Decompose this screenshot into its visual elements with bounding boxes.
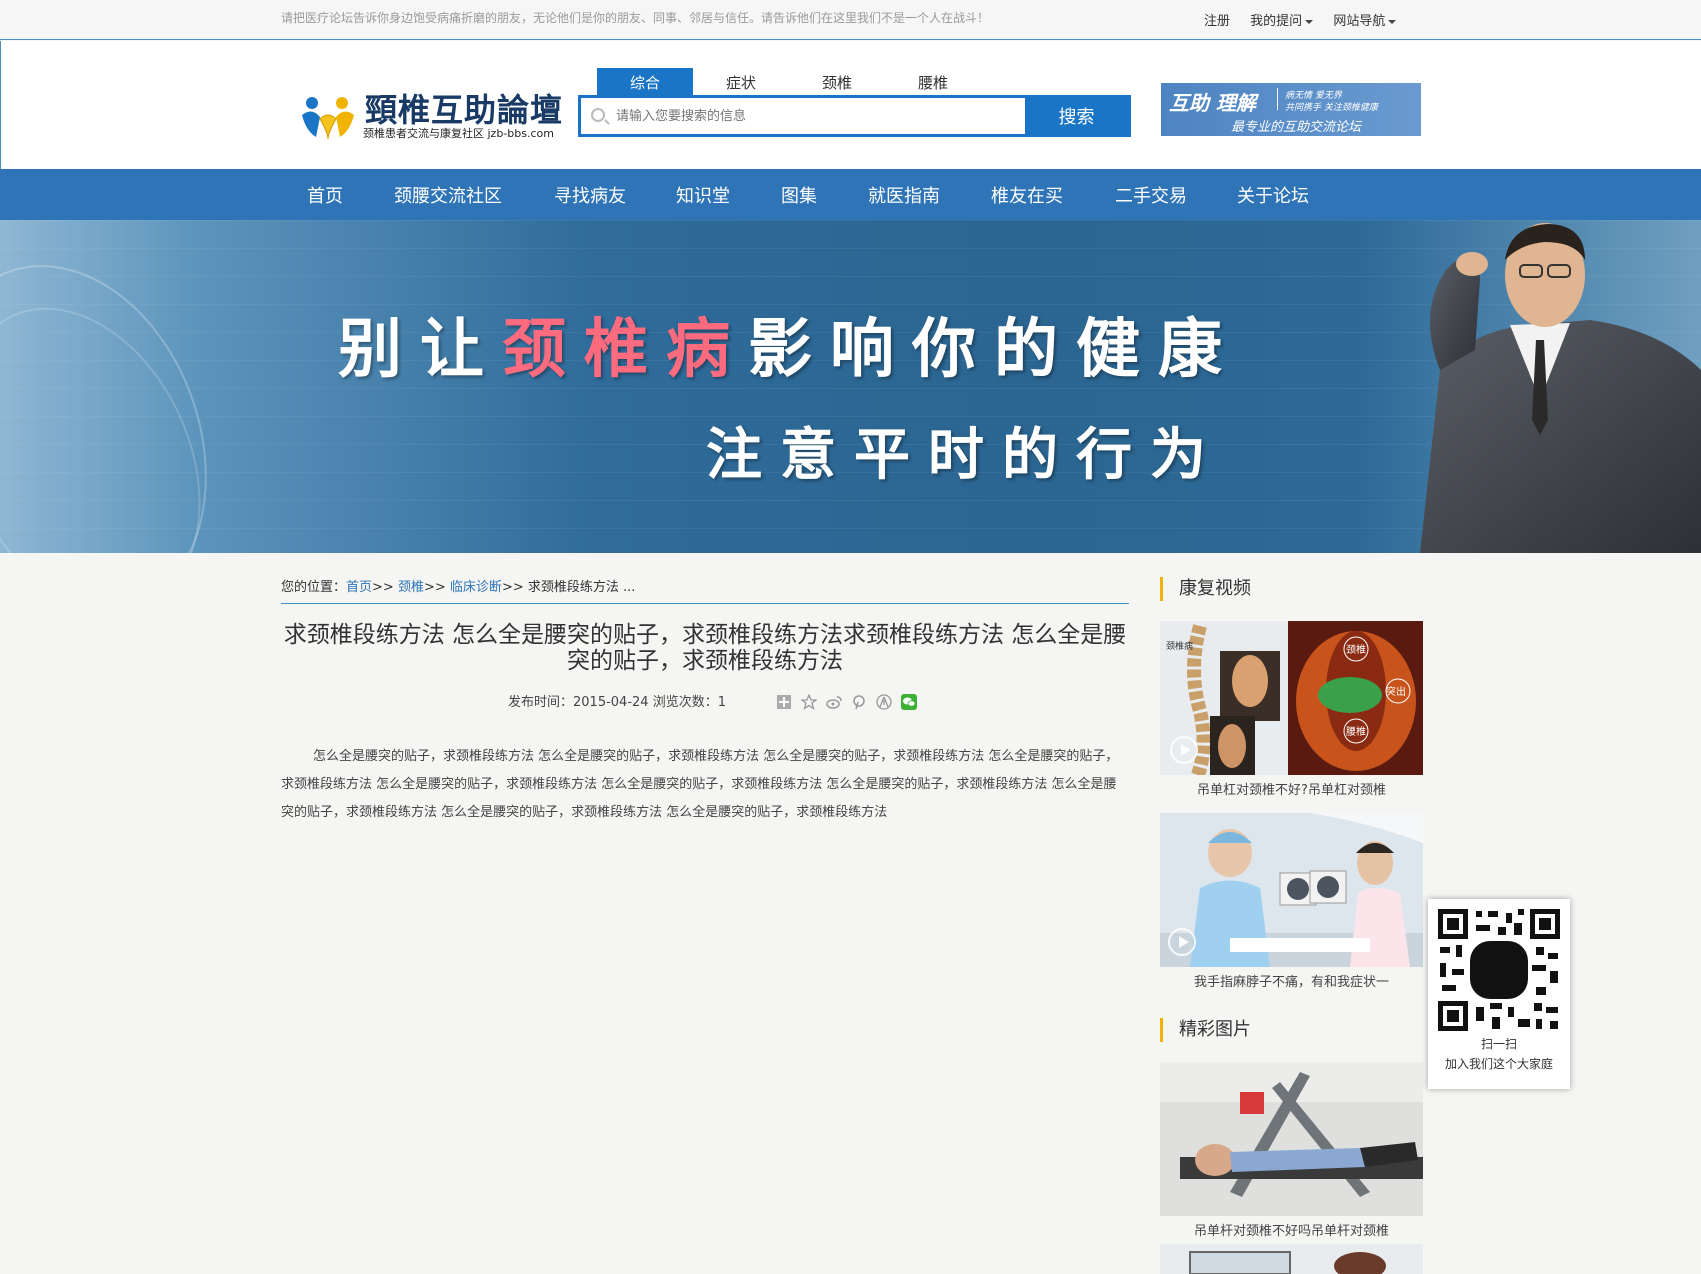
qr-code-icon xyxy=(1436,907,1562,1033)
nav-item-gallery[interactable]: 图集 xyxy=(781,182,817,208)
search-input[interactable] xyxy=(616,104,1046,128)
share-bar xyxy=(776,691,921,710)
top-notice: 请把医疗论坛告诉你身边饱受病痛折磨的朋友，无论他们是你的朋友、同事、邻居与信任。… xyxy=(281,11,990,25)
play-icon[interactable] xyxy=(1170,736,1198,764)
nav-item-medical-guide[interactable]: 就医指南 xyxy=(868,182,940,208)
hero-headline: 别让颈椎病影响你的健康 xyxy=(338,298,1240,390)
video-img-label-3: 突出 xyxy=(1386,685,1406,698)
chevron-down-icon xyxy=(1305,19,1314,24)
publish-date: 2015-04-24 xyxy=(573,695,649,710)
search-tab-symptom[interactable]: 症状 xyxy=(693,68,789,96)
video-thumbnail[interactable] xyxy=(1160,813,1423,967)
search-icon xyxy=(591,108,605,122)
ad-divider xyxy=(1277,88,1278,110)
share-plus-icon[interactable] xyxy=(776,694,792,710)
breadcrumb-cervical[interactable]: 颈椎 xyxy=(398,580,424,595)
hero-headline-highlight: 颈椎病 xyxy=(502,312,748,387)
star-icon[interactable] xyxy=(800,692,819,710)
nav-item-about[interactable]: 关于论坛 xyxy=(1237,182,1309,208)
video-img-label-2: 颈椎 xyxy=(1346,643,1366,656)
videos-heading: 康复视频 xyxy=(1160,577,1420,601)
nav-item-knowledge[interactable]: 知识堂 xyxy=(676,182,730,208)
spine-video-image: 颈椎病 颈椎 突出 腰椎 xyxy=(1160,621,1423,775)
search-button[interactable]: 搜索 xyxy=(1025,98,1128,134)
video-img-label-1: 颈椎病 xyxy=(1166,640,1193,652)
clinic-video-image xyxy=(1160,813,1423,967)
views-count: 1 xyxy=(717,695,727,710)
breadcrumb-home[interactable]: 首页 xyxy=(346,580,372,595)
picture-caption[interactable]: 吊单杆对颈椎不好吗吊单杆对颈椎 xyxy=(1160,1220,1423,1239)
pinterest-icon[interactable] xyxy=(851,694,867,710)
qr-join-label: 加入我们这个大家庭 xyxy=(1444,1057,1553,1071)
video-caption[interactable]: 吊单杠对颈椎不好?吊单杠对颈椎 xyxy=(1160,779,1423,798)
publish-label: 发布时间： xyxy=(508,695,574,710)
search-tab-cervical[interactable]: 颈椎 xyxy=(789,68,885,96)
hero-subline: 注意平时的行为 xyxy=(706,422,1224,488)
register-link[interactable]: 注册 xyxy=(1204,14,1230,29)
search-box: 搜索 xyxy=(578,95,1131,137)
my-questions-menu[interactable]: 我的提问 xyxy=(1250,14,1314,29)
nav-item-buying[interactable]: 椎友在买 xyxy=(991,182,1063,208)
site-header: 頸椎互助論壇 颈椎患者交流与康复社区 jzb-bbs.com 综合 症状 颈椎 … xyxy=(0,41,1701,169)
search-tab-all[interactable]: 综合 xyxy=(597,68,693,96)
site-nav-menu[interactable]: 网站导航 xyxy=(1333,14,1397,29)
logo-people-icon xyxy=(302,97,354,140)
nav-item-find-patients[interactable]: 寻找病友 xyxy=(554,182,626,208)
top-bar: 请把医疗论坛告诉你身边饱受病痛折磨的朋友，无论他们是你的朋友、同事、邻居与信任。… xyxy=(0,0,1701,40)
picture-thumbnail[interactable] xyxy=(1160,1062,1423,1216)
chevron-down-icon xyxy=(1388,19,1397,24)
partial-picture-image xyxy=(1160,1244,1423,1274)
ad-headline: 互助 理解 xyxy=(1169,91,1256,115)
top-links: 注册 我的提问 网站导航 xyxy=(1204,10,1412,29)
video-caption[interactable]: 我手指麻脖子不痛，有和我症状一 xyxy=(1160,971,1423,990)
nav-item-community[interactable]: 颈腰交流社区 xyxy=(394,182,502,208)
hero-headline-c: 影响你的健康 xyxy=(748,312,1240,387)
breadcrumb-sep: >> xyxy=(372,580,394,595)
ad-slogan-3: 最专业的互助交流论坛 xyxy=(1231,120,1362,135)
picture-thumbnail[interactable] xyxy=(1160,1244,1423,1274)
breadcrumb-label: 您的位置： xyxy=(281,580,347,595)
weibo-icon[interactable] xyxy=(826,694,842,710)
site-nav-label: 网站导航 xyxy=(1333,14,1386,29)
video-img-label-4: 腰椎 xyxy=(1346,725,1366,738)
nav-item-second-hand[interactable]: 二手交易 xyxy=(1115,182,1187,208)
article-title: 求颈椎段练方法 怎么全是腰突的贴子，求颈椎段练方法求颈椎段练方法 怎么全是腰突的… xyxy=(283,622,1127,674)
traction-image xyxy=(1160,1062,1423,1216)
qr-code-panel[interactable]: 扫一扫 加入我们这个大家庭 xyxy=(1428,899,1570,1089)
main-nav: 首页 颈腰交流社区 寻找病友 知识堂 图集 就医指南 椎友在买 二手交易 关于论… xyxy=(0,169,1701,220)
breadcrumb-sep: >> xyxy=(423,580,446,595)
site-logo[interactable]: 頸椎互助論壇 颈椎患者交流与康复社区 jzb-bbs.com xyxy=(298,85,568,145)
article-meta: 发布时间：2015-04-24 浏览次数：1 xyxy=(508,691,726,710)
businessman-image xyxy=(1420,223,1701,553)
article-body: 怎么全是腰突的贴子，求颈椎段练方法 怎么全是腰突的贴子，求颈椎段练方法 怎么全是… xyxy=(281,749,1119,820)
breadcrumb-sep: >> xyxy=(501,580,524,595)
breadcrumb-clinical[interactable]: 临床诊断 xyxy=(450,580,502,595)
nav-item-home[interactable]: 首页 xyxy=(307,182,343,208)
play-icon[interactable] xyxy=(1168,928,1196,956)
hero-headline-a: 别让 xyxy=(338,312,502,387)
qr-scan-label: 扫一扫 xyxy=(1480,1037,1517,1051)
ad-slogan-2: 共同携手 关注颈椎健康 xyxy=(1285,103,1378,113)
renren-icon[interactable] xyxy=(876,693,893,710)
logo-subtitle: 颈椎患者交流与康复社区 jzb-bbs.com xyxy=(363,127,554,140)
breadcrumb-current: 求颈椎段练方法 ... xyxy=(527,580,636,595)
search-tab-lumbar[interactable]: 腰椎 xyxy=(885,68,981,96)
pictures-heading: 精彩图片 xyxy=(1160,1018,1420,1042)
wechat-icon[interactable] xyxy=(901,693,918,710)
hero-banner[interactable]: 别让颈椎病影响你的健康 注意平时的行为 xyxy=(0,220,1701,553)
video-thumbnail[interactable]: 颈椎病 颈椎 突出 腰椎 xyxy=(1160,621,1423,775)
breadcrumb: 您的位置：首页>> 颈椎>> 临床诊断>> 求颈椎段练方法 ... xyxy=(281,576,1129,604)
my-questions-label: 我的提问 xyxy=(1250,14,1303,29)
views-label: 浏览次数： xyxy=(652,695,718,710)
header-ad-banner[interactable]: 互助 理解 病无情 爱无界 共同携手 关注颈椎健康 最专业的互助交流论坛 xyxy=(1161,83,1421,136)
